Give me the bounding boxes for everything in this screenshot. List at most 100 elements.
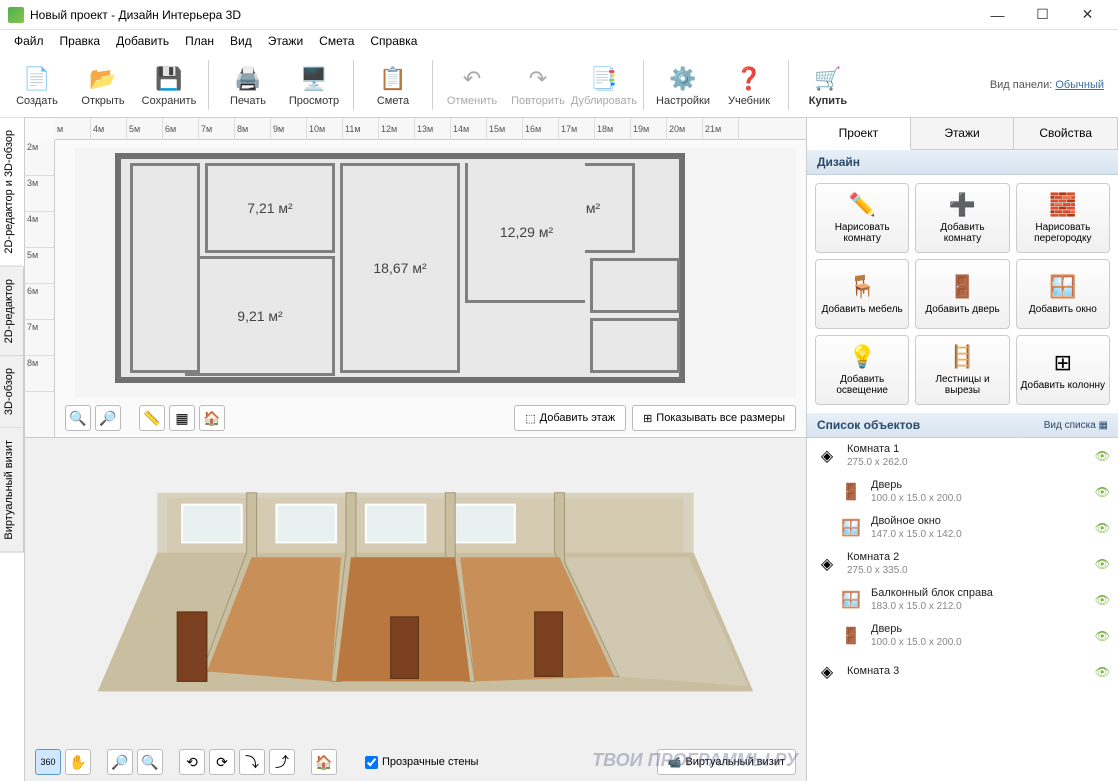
window-icon: 🪟 [839, 514, 863, 542]
room-5[interactable]: 9,21 м² [185, 256, 335, 376]
visibility-icon[interactable]: 👁 [1095, 665, 1110, 679]
room-wc[interactable] [590, 318, 680, 373]
transparent-walls-checkbox[interactable]: Прозрачные стены [365, 756, 478, 769]
room-4[interactable]: 12,29 м² [465, 163, 585, 303]
canvas-2d[interactable]: м4м5м6м7м8м9м10м11м12м13м14м15м16м17м18м… [25, 118, 806, 438]
cart-icon: 🛒 [812, 63, 844, 95]
pan-button[interactable]: ✋ [65, 749, 91, 775]
preview-button[interactable]: 🖥️Просмотр [283, 55, 345, 115]
room-entry[interactable] [130, 163, 200, 373]
zoom-in-3d-button[interactable]: 🔎 [107, 749, 133, 775]
tab-3d[interactable]: 3D-обзор [0, 356, 24, 428]
maximize-button[interactable]: ☐ [1020, 1, 1065, 29]
list-item[interactable]: 🪟 Двойное окно147.0 x 15.0 x 142.0 👁 [807, 510, 1118, 546]
add-room-button[interactable]: ➕Добавить комнату [915, 183, 1009, 253]
new-file-icon: 📄 [21, 63, 53, 95]
visibility-icon[interactable]: 👁 [1095, 557, 1110, 571]
undo-button[interactable]: ↶Отменить [441, 55, 503, 115]
design-grid: ✏️Нарисовать комнату ➕Добавить комнату 🧱… [807, 175, 1118, 413]
tab-virtual[interactable]: Виртуальный визит [0, 428, 24, 553]
save-button[interactable]: 💾Сохранить [138, 55, 200, 115]
home-button[interactable]: 🏠 [199, 405, 225, 431]
tilt-down-button[interactable]: ⤴ [269, 749, 295, 775]
window-icon: 🪟 [839, 586, 863, 614]
tutorial-button[interactable]: ❓Учебник [718, 55, 780, 115]
list-item[interactable]: ◈ Комната 3 👁 [807, 654, 1118, 690]
buy-button[interactable]: 🛒Купить [797, 55, 859, 115]
create-button[interactable]: 📄Создать [6, 55, 68, 115]
tab-floors[interactable]: Этажи [911, 118, 1015, 149]
add-light-button[interactable]: 💡Добавить освещение [815, 335, 909, 405]
toolbar-3d: 360 ✋ 🔎 🔍 ⟲ ⟳ ⤵ ⤴ 🏠 Прозрачные стены 📹Ви… [35, 749, 796, 775]
room-1[interactable]: 7,21 м² [205, 163, 335, 253]
tab-2d-3d[interactable]: 2D-редактор и 3D-обзор [0, 118, 24, 267]
home-3d-button[interactable]: 🏠 [311, 749, 337, 775]
window-title: Новый проект - Дизайн Интерьера 3D [30, 8, 975, 22]
visibility-icon[interactable]: 👁 [1095, 521, 1110, 535]
room-bath[interactable] [590, 258, 680, 313]
stairs-button[interactable]: 🪜Лестницы и вырезы [915, 335, 1009, 405]
list-item[interactable]: 🚪 Дверь100.0 x 15.0 x 200.0 👁 [807, 618, 1118, 654]
minimize-button[interactable]: — [975, 1, 1020, 29]
list-item[interactable]: 🪟 Балконный блок справа183.0 x 15.0 x 21… [807, 582, 1118, 618]
column-icon: ⊞ [1054, 350, 1072, 376]
view-mode-link[interactable]: Вид списка ▦ [1044, 420, 1108, 431]
add-door-button[interactable]: 🚪Добавить дверь [915, 259, 1009, 329]
menu-help[interactable]: Справка [362, 32, 425, 50]
toolbar-separator [432, 60, 433, 110]
floor-plan[interactable]: 7,21 м² 6,16 м² 18,67 м² 12,29 м² 9,21 м… [75, 148, 796, 397]
ruler-button[interactable]: 📏 [139, 405, 165, 431]
menu-add[interactable]: Добавить [108, 32, 177, 50]
open-button[interactable]: 📂Открыть [72, 55, 134, 115]
list-item[interactable]: 🚪 Дверь100.0 x 15.0 x 200.0 👁 [807, 474, 1118, 510]
duplicate-icon: 📑 [588, 63, 620, 95]
tab-properties[interactable]: Свойства [1014, 118, 1118, 149]
menu-estimate[interactable]: Смета [311, 32, 362, 50]
room-3[interactable]: 18,67 м² [340, 163, 460, 373]
close-button[interactable]: ✕ [1065, 1, 1110, 29]
room-icon: ◈ [815, 658, 839, 686]
zoom-out-3d-button[interactable]: 🔍 [137, 749, 163, 775]
visibility-icon[interactable]: 👁 [1095, 485, 1110, 499]
zoom-out-button[interactable]: 🔍 [65, 405, 91, 431]
settings-button[interactable]: ⚙️Настройки [652, 55, 714, 115]
virtual-visit-button[interactable]: 📹Виртуальный визит [657, 749, 796, 775]
estimate-button[interactable]: 📋Смета [362, 55, 424, 115]
canvas-3d[interactable]: 360 ✋ 🔎 🔍 ⟲ ⟳ ⤵ ⤴ 🏠 Прозрачные стены 📹Ви… [25, 438, 806, 781]
visibility-icon[interactable]: 👁 [1095, 629, 1110, 643]
list-item[interactable]: ◈ Комната 1275.0 x 262.0 👁 [807, 438, 1118, 474]
list-item[interactable]: ◈ Комната 2275.0 x 335.0 👁 [807, 546, 1118, 582]
visibility-icon[interactable]: 👁 [1095, 449, 1110, 463]
rotate-right-button[interactable]: ⟳ [209, 749, 235, 775]
tilt-up-button[interactable]: ⤵ [239, 749, 265, 775]
design-header: Дизайн [807, 150, 1118, 175]
right-tabs: Проект Этажи Свойства [807, 118, 1118, 150]
menu-plan[interactable]: План [177, 32, 222, 50]
rotate-360-button[interactable]: 360 [35, 749, 61, 775]
add-furniture-button[interactable]: 🪑Добавить мебель [815, 259, 909, 329]
redo-button[interactable]: ↷Повторить [507, 55, 569, 115]
menu-file[interactable]: Файл [6, 32, 52, 50]
add-column-button[interactable]: ⊞Добавить колонну [1016, 335, 1110, 405]
tab-2d[interactable]: 2D-редактор [0, 267, 24, 356]
room-icon: ◈ [815, 442, 839, 470]
duplicate-button[interactable]: 📑Дублировать [573, 55, 635, 115]
menu-floors[interactable]: Этажи [260, 32, 311, 50]
draw-partition-button[interactable]: 🧱Нарисовать перегородку [1016, 183, 1110, 253]
center-panel: м4м5м6м7м8м9м10м11м12м13м14м15м16м17м18м… [25, 118, 806, 781]
object-list[interactable]: ◈ Комната 1275.0 x 262.0 👁🚪 Дверь100.0 x… [807, 438, 1118, 781]
grid-button[interactable]: ▦ [169, 405, 195, 431]
panel-mode-link[interactable]: Обычный [1055, 79, 1104, 91]
print-button[interactable]: 🖨️Печать [217, 55, 279, 115]
zoom-in-button[interactable]: 🔎 [95, 405, 121, 431]
menu-view[interactable]: Вид [222, 32, 260, 50]
ruler-vertical: 2м3м4м5м6м7м8м [25, 140, 55, 437]
tab-project[interactable]: Проект [807, 118, 911, 150]
show-dims-button[interactable]: ⊞Показывать все размеры [632, 405, 796, 431]
add-floor-button[interactable]: ⬚Добавить этаж [514, 405, 626, 431]
draw-room-button[interactable]: ✏️Нарисовать комнату [815, 183, 909, 253]
menu-edit[interactable]: Правка [52, 32, 109, 50]
add-window-button[interactable]: 🪟Добавить окно [1016, 259, 1110, 329]
rotate-left-button[interactable]: ⟲ [179, 749, 205, 775]
visibility-icon[interactable]: 👁 [1095, 593, 1110, 607]
